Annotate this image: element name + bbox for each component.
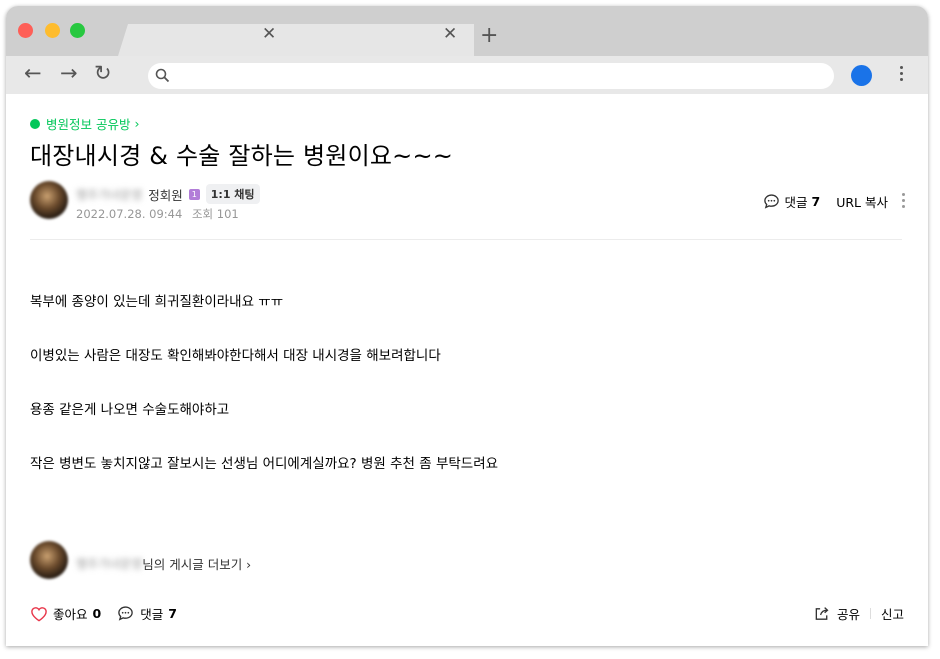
share-icon: [815, 607, 829, 620]
like-button[interactable]: 좋아요 0: [30, 604, 101, 623]
share-label: 공유: [836, 607, 860, 622]
tab-bar: ✕ ✕ +: [6, 6, 928, 56]
board-dot-icon: [30, 118, 40, 129]
chevron-right-icon: ›: [134, 116, 140, 131]
level-badge: 1: [188, 188, 200, 200]
post-title: 대장내시경 & 수술 잘하는 병원이요~~~: [30, 142, 454, 170]
back-arrow-icon[interactable]: ←: [24, 63, 42, 84]
more-options-icon[interactable]: [902, 192, 906, 211]
author-info: 행주가녀운영 정회원 1 1:1 채팅: [76, 184, 260, 204]
comment-label: 댓글: [140, 607, 164, 622]
board-name: 병원정보 공유방: [46, 117, 131, 132]
body-paragraph: 용종 같은게 나오면 수술도해야하고: [30, 402, 230, 418]
author-nickname: 행주가녀운영: [76, 557, 143, 571]
search-icon: [155, 68, 170, 83]
minimize-window-button[interactable]: [45, 23, 60, 38]
comment-count: 7: [168, 606, 177, 621]
more-posts-link[interactable]: 행주가녀운영 님의 게시글 더보기 ›: [76, 554, 251, 573]
post-views: 조회 101: [191, 207, 239, 221]
body-paragraph: 이병있는 사람은 대장도 확인해봐야한다해서 대장 내시경을 해보려합니다: [30, 348, 441, 364]
address-bar[interactable]: [148, 63, 834, 89]
tab-close-icon[interactable]: ✕: [262, 26, 276, 43]
page-content: 병원정보 공유방 › 대장내시경 & 수술 잘하는 병원이요~~~ 행주가녀운영…: [6, 94, 928, 646]
author-avatar-bottom[interactable]: [30, 541, 68, 579]
url-copy-button[interactable]: URL 복사: [836, 192, 888, 211]
reload-icon[interactable]: ↻: [94, 63, 112, 84]
author-nickname[interactable]: 행주가녀운영: [76, 186, 142, 203]
like-count: 0: [92, 606, 102, 621]
share-button[interactable]: 공유: [813, 604, 860, 623]
comment-count: 7: [811, 194, 821, 209]
report-button[interactable]: 신고: [881, 604, 904, 623]
post-actions-top: 댓글 7 URL 복사: [763, 192, 907, 211]
author-grade: 정회원: [148, 187, 183, 203]
body-paragraph: 작은 병변도 놓치지않고 잘보시는 선생님 어디에계실까요? 병원 추천 좀 부…: [30, 456, 499, 472]
maximize-window-button[interactable]: [70, 23, 85, 38]
comment-icon: [118, 606, 133, 621]
post-date: 2022.07.28. 09:44: [76, 207, 183, 221]
close-window-button[interactable]: [18, 23, 33, 38]
browser-window: ✕ ✕ + ← → ↻ 병원정보 공유방 › 대장내시경 & 수술 잘하는 병원…: [6, 6, 928, 646]
divider: [869, 608, 871, 619]
header-divider: [30, 239, 902, 240]
like-label: 좋아요: [53, 607, 88, 622]
new-tab-icon[interactable]: +: [480, 25, 498, 47]
profile-avatar[interactable]: [851, 65, 872, 86]
body-paragraph: 복부에 종양이 있는데 희귀질환이라내요 ㅠㅠ: [30, 294, 284, 310]
forward-arrow-icon[interactable]: →: [60, 63, 78, 84]
heart-icon: [31, 606, 47, 622]
chat-button[interactable]: 1:1 채팅: [205, 184, 260, 204]
comment-link-top[interactable]: 댓글 7: [763, 192, 821, 211]
browser-toolbar: ← → ↻: [6, 56, 928, 94]
comment-label: 댓글: [784, 195, 808, 210]
post-reactions: 좋아요 0 댓글 7: [30, 604, 177, 623]
browser-menu-icon[interactable]: [899, 66, 905, 86]
tab-close-icon[interactable]: ✕: [443, 26, 457, 43]
post-tools: 공유 신고: [813, 604, 904, 623]
comment-button-bottom[interactable]: 댓글 7: [117, 604, 177, 623]
author-avatar[interactable]: [30, 181, 68, 219]
comment-icon: [763, 194, 779, 209]
post-meta: 2022.07.28. 09:44 조회 101: [76, 206, 245, 222]
board-link[interactable]: 병원정보 공유방 ›: [30, 114, 139, 133]
more-posts-label: 님의 게시글 더보기 ›: [142, 557, 252, 572]
